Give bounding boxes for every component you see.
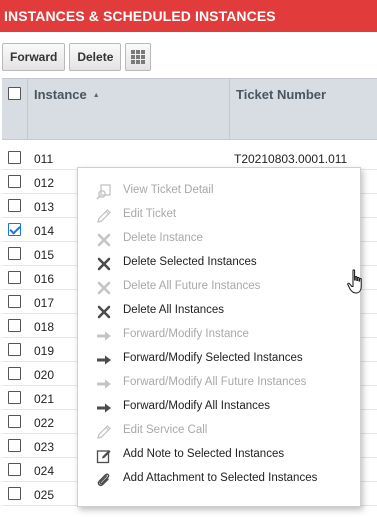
page-title: INSTANCES & SCHEDULED INSTANCES [0,0,377,32]
row-checkbox[interactable] [8,175,21,188]
x-icon [96,232,112,248]
instance-cell: 023 [34,440,55,454]
pencil-icon [96,208,112,224]
column-header-ticket-number[interactable]: Ticket Number [230,79,377,139]
pencil-icon [96,424,112,440]
instance-cell: 024 [34,464,55,478]
forward-button[interactable]: Forward [2,43,66,71]
x-icon [96,304,112,320]
menu-item-add-attachment-to-selected-instances[interactable]: Add Attachment to Selected Instances [78,468,360,492]
menu-item-label: View Ticket Detail [123,184,214,196]
forward-arrow-icon [96,352,112,368]
hand-cursor-icon [347,269,362,294]
instance-cell: 019 [34,344,55,358]
row-checkbox[interactable] [8,295,21,308]
menu-item-label: Edit Service Call [123,424,208,436]
menu-item-label: Edit Ticket [123,208,177,220]
context-menu: View Ticket Detail Edit Ticket Delete Inst… [77,167,361,507]
toolbar: Forward Delete [2,43,152,71]
instance-cell: 025 [34,488,55,502]
grid-header: Instance ▲ Ticket Number [2,78,377,140]
instance-cell: 022 [34,416,55,430]
row-checkbox[interactable] [8,151,21,164]
column-header-instance[interactable]: Instance ▲ [28,79,230,139]
row-checkbox[interactable] [8,247,21,260]
menu-item-delete-all-future-instances[interactable]: Delete All Future Instances [78,276,360,300]
row-checkbox[interactable] [8,439,21,452]
x-icon [96,280,112,296]
menu-item-label: Delete All Future Instances [123,280,261,292]
delete-button[interactable]: Delete [69,43,122,71]
row-checkbox[interactable] [8,223,21,236]
row-checkbox[interactable] [8,367,21,380]
instance-cell: 020 [34,368,55,382]
menu-item-forward-modify-instance[interactable]: Forward/Modify Instance [78,324,360,348]
instance-cell: 018 [34,320,55,334]
menu-item-delete-instance[interactable]: Delete Instance [78,228,360,252]
row-checkbox[interactable] [8,487,21,500]
view-ticket-icon [96,184,112,200]
instance-cell: 012 [34,176,55,190]
forward-arrow-icon [96,376,112,392]
instance-cell: 015 [34,248,55,262]
sort-ascending-icon: ▲ [92,92,100,99]
menu-item-label: Forward/Modify All Future Instances [123,376,307,388]
forward-arrow-icon [96,400,112,416]
menu-item-delete-selected-instances[interactable]: Delete Selected Instances [78,252,360,276]
menu-item-forward-modify-all-instances[interactable]: Forward/Modify All Instances [78,396,360,420]
menu-item-forward-modify-selected-instances[interactable]: Forward/Modify Selected Instances [78,348,360,372]
row-checkbox[interactable] [8,271,21,284]
instance-cell: 017 [34,296,55,310]
menu-item-add-note-to-selected-instances[interactable]: Add Note to Selected Instances [78,444,360,468]
menu-item-forward-modify-all-future-instances[interactable]: Forward/Modify All Future Instances [78,372,360,396]
note-icon [96,448,112,464]
menu-item-label: Add Note to Selected Instances [123,448,285,460]
menu-item-edit-service-call[interactable]: Edit Service Call [78,420,360,444]
menu-item-delete-all-instances[interactable]: Delete All Instances [78,300,360,324]
row-checkbox[interactable] [8,343,21,356]
column-instance-label: Instance [34,87,87,102]
instance-cell: 014 [34,224,55,238]
row-checkbox[interactable] [8,415,21,428]
paperclip-icon [96,472,112,488]
instance-cell: 016 [34,272,55,286]
menu-item-label: Forward/Modify All Instances [123,400,271,412]
menu-item-label: Add Attachment to Selected Instances [123,472,318,484]
menu-item-label: Forward/Modify Selected Instances [123,352,303,364]
grid-columns-icon[interactable] [125,43,152,71]
row-checkbox[interactable] [8,463,21,476]
instance-cell: 021 [34,392,55,406]
menu-item-label: Forward/Modify Instance [123,328,249,340]
instance-cell: 013 [34,200,55,214]
menu-item-label: Delete Selected Instances [123,256,257,268]
menu-item-label: Delete Instance [123,232,203,244]
column-ticket-label: Ticket Number [236,87,327,102]
select-all-cell [2,79,28,139]
menu-item-label: Delete All Instances [123,304,225,316]
x-icon [96,256,112,272]
row-checkbox[interactable] [8,199,21,212]
row-checkbox[interactable] [8,319,21,332]
row-checkbox[interactable] [8,391,21,404]
select-all-checkbox[interactable] [8,87,21,100]
instance-cell: 011 [34,152,54,166]
forward-arrow-icon [96,328,112,344]
ticket-number-cell: T20210803.0001.011 [234,152,348,166]
menu-item-view-ticket-detail[interactable]: View Ticket Detail [78,180,360,204]
menu-item-edit-ticket[interactable]: Edit Ticket [78,204,360,228]
